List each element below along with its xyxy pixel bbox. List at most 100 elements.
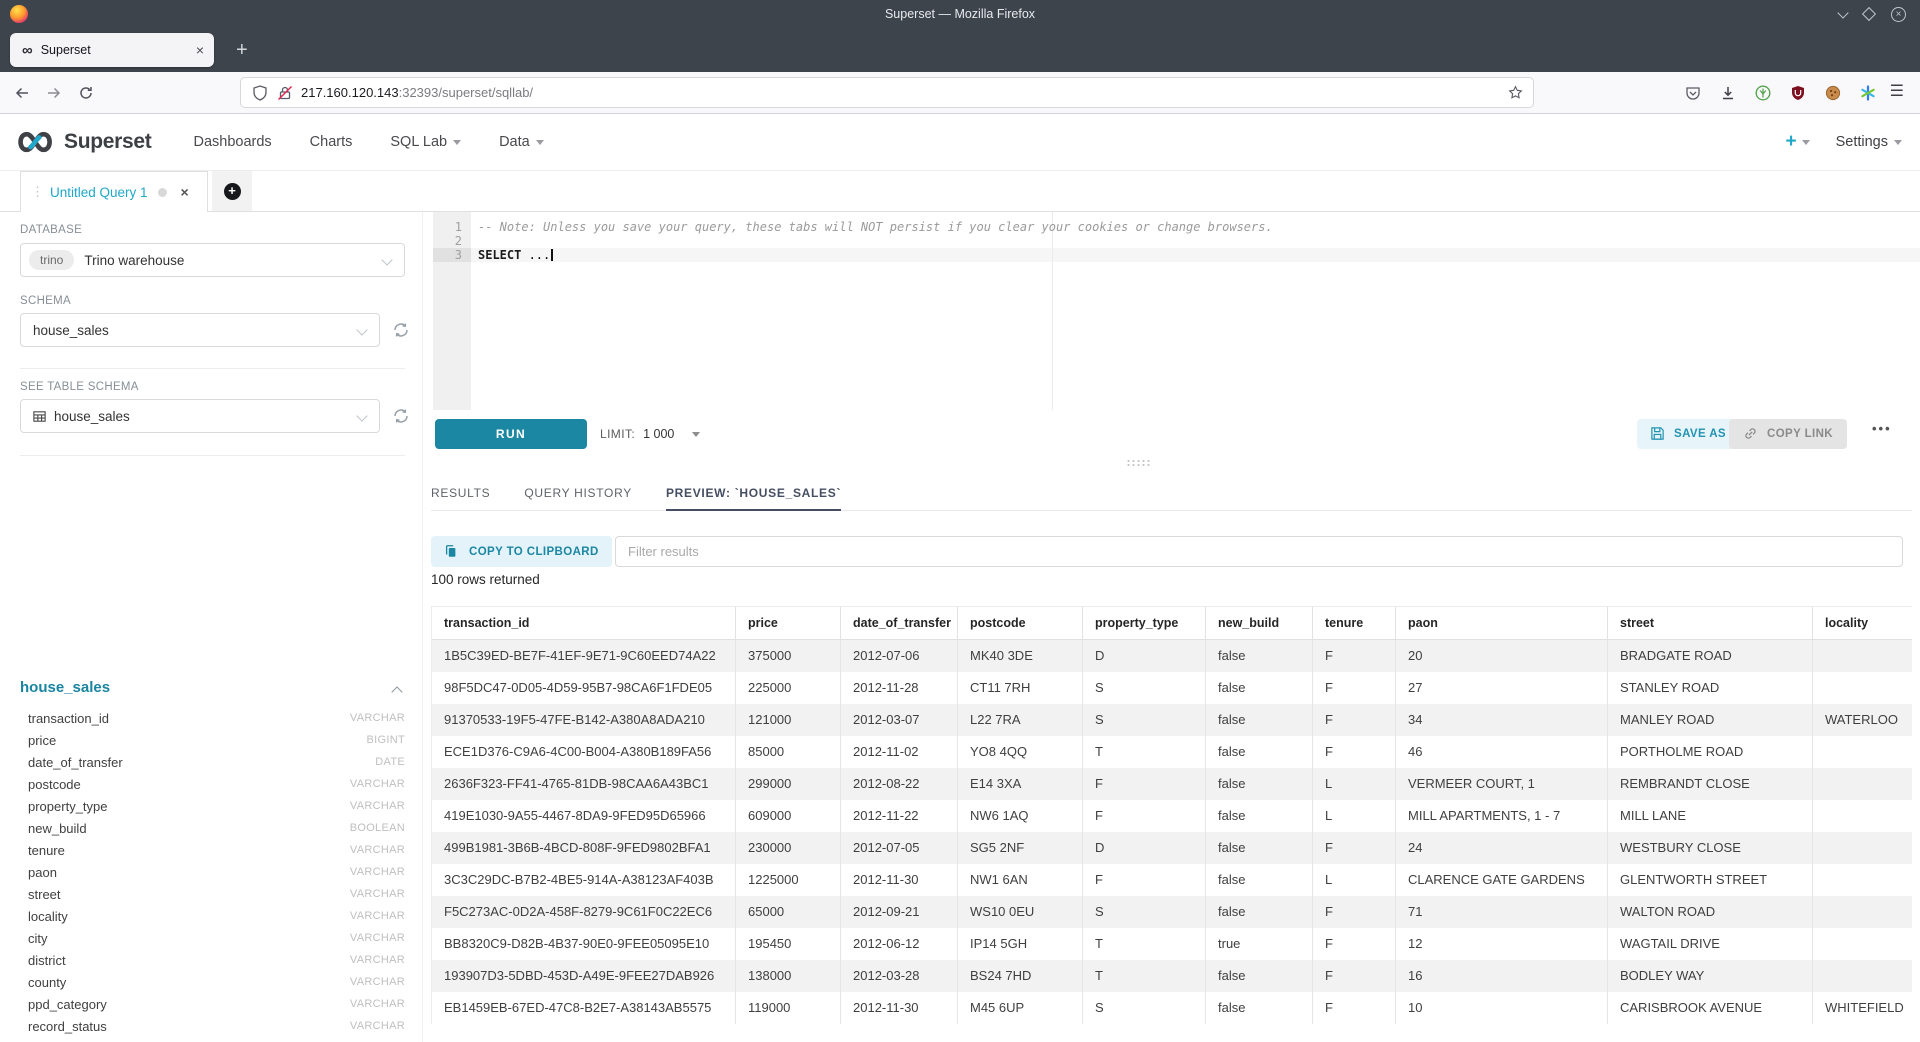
schema-column-row[interactable]: paonVARCHAR xyxy=(0,861,423,883)
table-cell: S xyxy=(1083,992,1206,1024)
url-bar[interactable]: 217.160.120.143:32393/superset/sqllab/ xyxy=(240,77,1534,108)
schema-column-row[interactable]: cityVARCHAR xyxy=(0,927,423,949)
table-cell: 24 xyxy=(1396,832,1608,864)
schema-column-row[interactable]: postcodeVARCHAR xyxy=(0,773,423,795)
tab-results[interactable]: RESULTS xyxy=(431,478,490,511)
table-schema-select[interactable]: house_sales xyxy=(20,399,380,433)
table-cell: REMBRANDT CLOSE xyxy=(1608,768,1813,800)
table-cell: 46 xyxy=(1396,736,1608,768)
schema-column-row[interactable]: record_statusVARCHAR xyxy=(0,1015,423,1037)
insecure-lock-icon[interactable] xyxy=(277,85,293,101)
bookmark-star-icon[interactable] xyxy=(1508,85,1523,100)
schema-column-row[interactable]: tenureVARCHAR xyxy=(0,839,423,861)
filter-results-input[interactable] xyxy=(615,536,1903,567)
schema-column-row[interactable]: new_buildBOOLEAN xyxy=(0,817,423,839)
browser-tab[interactable]: ∞ Superset × xyxy=(10,33,214,67)
menu-hamburger-icon[interactable]: ☰ xyxy=(1890,81,1904,101)
table-cell: 34 xyxy=(1396,704,1608,736)
back-icon[interactable] xyxy=(14,85,30,101)
copy-link-button[interactable]: COPY LINK xyxy=(1729,419,1847,449)
column-header[interactable]: date_of_transfer xyxy=(841,607,958,639)
tab-preview-house-sales[interactable]: PREVIEW: `HOUSE_SALES` xyxy=(666,478,841,511)
column-header[interactable]: property_type xyxy=(1083,607,1206,639)
superset-logo[interactable]: Superset xyxy=(14,130,151,154)
pane-resize-handle[interactable] xyxy=(1126,459,1152,467)
new-item-button[interactable]: + xyxy=(1785,131,1809,153)
shield-icon[interactable] xyxy=(252,85,268,101)
column-name: postcode xyxy=(28,777,350,792)
table-cell: 1B5C39ED-BE7F-41EF-9E71-9C60EED74A22 xyxy=(432,640,736,672)
table-cell: M45 6UP xyxy=(958,992,1083,1024)
column-header[interactable]: postcode xyxy=(958,607,1083,639)
asterisk-extension-icon[interactable] xyxy=(1860,85,1876,101)
table-cell: SG5 2NF xyxy=(958,832,1083,864)
pocket-icon[interactable] xyxy=(1685,85,1701,101)
query-tab-close-icon[interactable]: × xyxy=(181,184,189,200)
schema-column-row[interactable]: streetVARCHAR xyxy=(0,883,423,905)
table-cell: 419E1030-9A55-4467-8DA9-9FED95D65966 xyxy=(432,800,736,832)
schema-column-row[interactable]: countyVARCHAR xyxy=(0,971,423,993)
schema-column-row[interactable]: statusVARCHAR xyxy=(0,1037,423,1042)
table-cell: true xyxy=(1206,928,1313,960)
table-cell: F xyxy=(1313,928,1396,960)
more-actions-button[interactable]: ••• xyxy=(1872,421,1892,436)
schema-select[interactable]: house_sales xyxy=(20,313,380,347)
column-header[interactable]: transaction_id xyxy=(432,607,736,639)
column-header[interactable]: new_build xyxy=(1206,607,1313,639)
database-select[interactable]: trino Trino warehouse xyxy=(20,243,405,277)
schema-column-row[interactable]: property_typeVARCHAR xyxy=(0,795,423,817)
nav-data[interactable]: Data xyxy=(499,134,544,150)
drag-handle-icon[interactable]: ⋮ xyxy=(31,184,43,200)
browser-tab-close-icon[interactable]: × xyxy=(196,42,204,58)
copy-to-clipboard-button[interactable]: COPY TO CLIPBOARD xyxy=(431,536,612,567)
schema-label: SCHEMA xyxy=(20,295,71,307)
limit-label: LIMIT: xyxy=(600,427,635,441)
window-maximize-icon[interactable] xyxy=(1862,7,1876,21)
column-header[interactable]: paon xyxy=(1396,607,1608,639)
query-tab-untitled-query-1[interactable]: ⋮ Untitled Query 1 × xyxy=(20,171,208,212)
nav-dashboards[interactable]: Dashboards xyxy=(193,134,271,150)
table-cell: 3C3C29DC-B7B2-4BE5-914A-A38123AF403B xyxy=(432,864,736,896)
settings-menu[interactable]: Settings xyxy=(1836,134,1902,150)
table-cell: 230000 xyxy=(736,832,841,864)
schema-column-row[interactable]: date_of_transferDATE xyxy=(0,751,423,773)
table-cell: 2012-09-21 xyxy=(841,896,958,928)
table-cell: false xyxy=(1206,768,1313,800)
limit-dropdown[interactable]: LIMIT: 1 000 xyxy=(600,419,700,449)
column-header[interactable]: locality xyxy=(1813,607,1912,639)
browser-new-tab-button[interactable]: + xyxy=(236,37,248,63)
line-number: 1 xyxy=(433,220,471,234)
table-name-heading[interactable]: house_sales xyxy=(20,679,110,696)
cookie-extension-icon[interactable] xyxy=(1825,85,1841,101)
window-minimize-icon[interactable] xyxy=(1837,7,1848,18)
forward-icon[interactable] xyxy=(46,85,62,101)
table-cell: 119000 xyxy=(736,992,841,1024)
ublock-origin-icon[interactable] xyxy=(1790,85,1806,101)
sql-code-editor[interactable]: 1 2 3 -- Note: Unless you save your quer… xyxy=(423,212,1920,410)
tab-query-history[interactable]: QUERY HISTORY xyxy=(524,478,632,511)
refresh-tables-icon[interactable] xyxy=(392,407,410,425)
column-header[interactable]: tenure xyxy=(1313,607,1396,639)
run-query-button[interactable]: RUN xyxy=(435,419,587,449)
schema-column-row[interactable]: districtVARCHAR xyxy=(0,949,423,971)
schema-column-row[interactable]: transaction_idVARCHAR xyxy=(0,707,423,729)
column-type: VARCHAR xyxy=(350,778,405,790)
privacy-badger-icon[interactable] xyxy=(1755,85,1771,101)
sql-comment-line: -- Note: Unless you save your query, the… xyxy=(478,220,1273,234)
nav-charts[interactable]: Charts xyxy=(310,134,353,150)
downloads-icon[interactable] xyxy=(1720,85,1736,101)
add-query-tab-button[interactable]: + xyxy=(212,171,252,211)
chevron-up-icon[interactable] xyxy=(391,686,402,697)
column-header[interactable]: price xyxy=(736,607,841,639)
schema-column-row[interactable]: priceBIGINT xyxy=(0,729,423,751)
nav-sql-lab[interactable]: SQL Lab xyxy=(390,134,461,150)
schema-column-row[interactable]: ppd_categoryVARCHAR xyxy=(0,993,423,1015)
column-header[interactable]: street xyxy=(1608,607,1813,639)
limit-value: 1 000 xyxy=(643,427,674,441)
refresh-schemas-icon[interactable] xyxy=(392,321,410,339)
schema-column-row[interactable]: localityVARCHAR xyxy=(0,905,423,927)
window-close-icon[interactable]: × xyxy=(1891,7,1906,22)
save-as-button[interactable]: SAVE AS xyxy=(1637,419,1739,449)
table-cell: F xyxy=(1313,704,1396,736)
reload-icon[interactable] xyxy=(78,85,94,101)
